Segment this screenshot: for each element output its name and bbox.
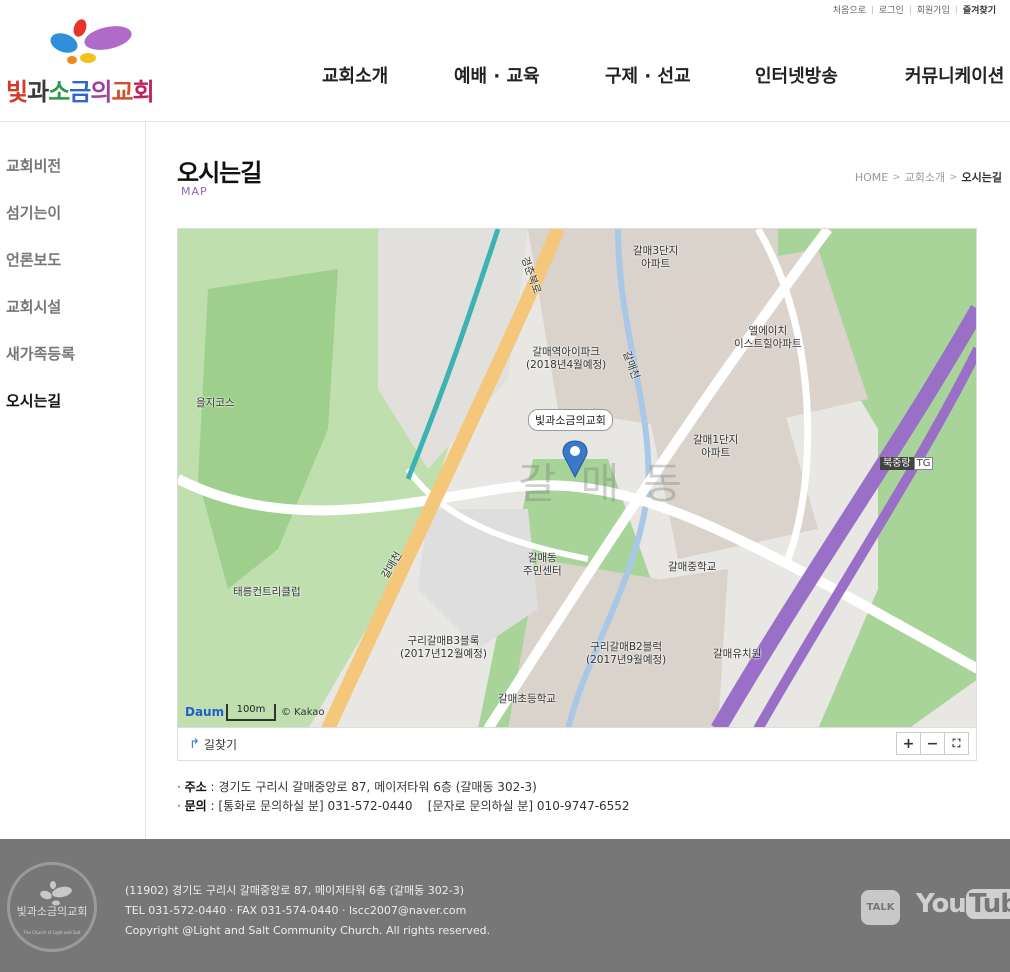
breadcrumb: HOME > 교회소개 > 오시는길	[855, 169, 1002, 185]
youtube-icon[interactable]: YouTube	[916, 889, 1010, 919]
route-arrow-icon: ↱	[189, 737, 200, 752]
chevron-right-icon: >	[949, 171, 958, 183]
utility-links: 처음으로 로그인 회원가입 즐겨찾기	[827, 3, 1002, 16]
logo-char: 회	[132, 78, 155, 106]
map-label: 갈매3단지 아파트	[633, 245, 679, 270]
address-label: 주소	[184, 780, 207, 794]
map-scale-bar: 100m	[226, 704, 276, 721]
header-divider	[0, 121, 1010, 122]
nav-item-worship[interactable]: 예배 · 교육	[454, 62, 605, 88]
map-label: 갈매중학교	[668, 561, 717, 573]
map-toolbar: ↱ 길찾기 + − ⛶	[177, 728, 977, 761]
footer-address: (11902) 경기도 구리시 갈매중앙로 87, 메이저타워 6층 (갈매동 …	[125, 884, 464, 897]
footer-logo-text: 빛과소금의교회	[16, 905, 88, 918]
map-label: 갈매유치원	[713, 648, 762, 660]
address-value: 경기도 구리시 갈매중앙로 87, 메이저타워 6층 (갈매동 302-3)	[218, 780, 537, 794]
footer-contact: TEL 031-572-0440 · FAX 031-574-0440 · ls…	[125, 904, 467, 917]
fullscreen-button[interactable]: ⛶	[944, 732, 969, 755]
logo-char: 소	[48, 78, 70, 106]
kakao-talk-icon[interactable]: TALK	[861, 890, 900, 925]
tollgate-name: 북중랑	[880, 457, 914, 470]
sidebar-item-facilities[interactable]: 교회시설	[6, 296, 136, 343]
map-label: 을지코스	[196, 397, 235, 409]
zoom-controls: + − ⛶	[896, 732, 969, 755]
logo-petals-icon	[50, 19, 132, 64]
map-label: 태릉컨트리클럽	[233, 586, 301, 598]
contact-label: 문의	[184, 799, 207, 813]
footer-logo-sub: The Church of Light and Salt	[23, 930, 81, 935]
route-label: 길찾기	[203, 738, 238, 752]
sidebar: 교회비전 섬기는이 언론보도 교회시설 새가족등록 오시는길	[6, 155, 136, 437]
map-provider-logo[interactable]: Daum	[185, 705, 224, 719]
map-callout[interactable]: 빛과소금의교회	[528, 409, 613, 431]
util-join-link[interactable]: 회원가입	[911, 3, 956, 16]
map-view[interactable]: 갈매3단지 아파트 갈매역아이파크 (2018년4월예정) 엘에이치 이스트힐아파트 …	[177, 228, 977, 728]
site-logo[interactable]: 빛과소금의교회	[6, 18, 176, 108]
map-label: 구리갈매B3블록 (2017년12월예정)	[400, 635, 487, 660]
nav-item-mission[interactable]: 구제 · 선교	[605, 62, 755, 88]
footer-logo: 빛과소금의교회 The Church of Light and Salt	[7, 862, 97, 952]
contact-row: · 문의 : [통화로 문의하실 분] 031-572-0440 [문자로 문의…	[177, 799, 630, 813]
map-copyright: © Kakao	[281, 707, 325, 718]
route-link[interactable]: ↱ 길찾기	[189, 736, 237, 753]
util-login-link[interactable]: 로그인	[873, 3, 910, 16]
logo-char: 의	[90, 78, 112, 106]
logo-char: 빛	[6, 78, 28, 106]
map-label: 구리갈매B2블럭 (2017년9월예정)	[586, 641, 667, 666]
logo-char: 금	[69, 78, 91, 106]
page-subtitle: MAP	[181, 185, 208, 198]
util-favorite-link[interactable]: 즐겨찾기	[957, 3, 1002, 16]
sidebar-item-vision[interactable]: 교회비전	[6, 155, 136, 202]
util-home-link[interactable]: 처음으로	[827, 3, 872, 16]
breadcrumb-section[interactable]: 교회소개	[905, 169, 945, 185]
map-label: 갈매초등학교	[498, 693, 556, 705]
footer-copyright: Copyright @Light and Salt Community Chur…	[125, 924, 491, 937]
map-label: 갈매1단지 아파트	[693, 434, 739, 459]
zoom-in-button[interactable]: +	[896, 732, 921, 755]
footer-info: (11902) 경기도 구리시 갈매중앙로 87, 메이저타워 6층 (갈매동 …	[125, 881, 490, 941]
main-nav: 교회소개 예배 · 교육 구제 · 선교 인터넷방송 커뮤니케이션	[322, 62, 1004, 88]
breadcrumb-home[interactable]: HOME	[855, 171, 888, 184]
logo-char: 과	[27, 78, 49, 106]
nav-item-community[interactable]: 커뮤니케이션	[905, 62, 1004, 88]
chevron-right-icon: >	[892, 171, 901, 183]
map-area-label: 갈매동	[518, 459, 706, 508]
address-row: · 주소 : 경기도 구리시 갈매중앙로 87, 메이저타워 6층 (갈매동 3…	[177, 780, 537, 794]
sidebar-item-press[interactable]: 언론보도	[6, 249, 136, 296]
page: 처음으로 로그인 회원가입 즐겨찾기 빛과소금의교회 교회소개 예배 · 교육 …	[0, 0, 1010, 972]
breadcrumb-current: 오시는길	[961, 171, 1002, 184]
page-title: 오시는길	[177, 159, 262, 187]
logo-char: 교	[111, 78, 133, 106]
nav-item-broadcast[interactable]: 인터넷방송	[755, 62, 905, 88]
nav-item-intro[interactable]: 교회소개	[322, 62, 454, 88]
tollgate-tag: TG	[913, 457, 934, 470]
sidebar-divider	[145, 122, 146, 839]
youtube-you: You	[916, 889, 967, 919]
contact-info: · 주소 : 경기도 구리시 갈매중앙로 87, 메이저타워 6층 (갈매동 3…	[177, 778, 630, 816]
youtube-tube: Tube	[965, 889, 1010, 919]
sidebar-item-newcomer[interactable]: 새가족등록	[6, 343, 136, 390]
contact-value: [통화로 문의하실 분] 031-572-0440 [문자로 문의하실 분] 0…	[218, 799, 630, 813]
sidebar-item-directions[interactable]: 오시는길	[6, 390, 136, 437]
map-label: 엘에이치 이스트힐아파트	[734, 325, 802, 350]
map-label: 갈매역아이파크 (2018년4월예정)	[526, 346, 607, 371]
zoom-out-button[interactable]: −	[920, 732, 945, 755]
map-label: 갈매동 주민센터	[523, 552, 562, 577]
tollgate-badge: 북중랑 TG	[880, 454, 934, 470]
logo-wordmark: 빛과소금의교회	[6, 72, 155, 107]
sidebar-item-staff[interactable]: 섬기는이	[6, 202, 136, 249]
footer: 빛과소금의교회 The Church of Light and Salt (11…	[0, 839, 1010, 972]
